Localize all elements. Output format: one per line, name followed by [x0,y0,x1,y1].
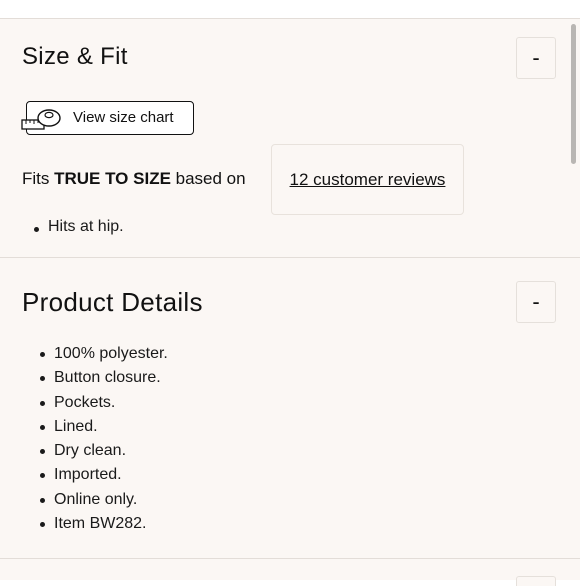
list-item: Button closure. [38,367,168,391]
fit-rating: TRUE TO SIZE [54,169,171,188]
view-size-chart-button[interactable]: View size chart [21,101,194,135]
scrollbar[interactable] [571,24,576,164]
measuring-tape-icon [21,109,61,130]
list-item: Lined. [38,416,168,440]
list-item: 100% polyester. [38,343,168,367]
size-fit-section: Size & Fit - View size chart Fits TRUE T… [0,19,580,258]
fit-notes-list: Hits at hip. [32,218,124,236]
product-details-list: 100% polyester. Button closure. Pockets.… [38,343,168,537]
list-item: Imported. [38,464,168,488]
next-section-partial [0,559,580,586]
list-item: Hits at hip. [32,218,124,236]
section-title: Size & Fit [22,43,128,70]
fit-summary: Fits TRUE TO SIZE based on [22,169,246,188]
list-item: Dry clean. [38,440,168,464]
top-bar [0,0,580,19]
reviews-link-container[interactable]: 12 customer reviews [271,144,464,215]
list-item: Online only. [38,489,168,513]
list-item: Item BW282. [38,513,168,537]
section-title: Product Details [22,287,203,317]
collapse-toggle-button[interactable] [516,576,556,586]
product-details-section: Product Details - 100% polyester. Button… [0,258,580,559]
collapse-toggle-button[interactable]: - [516,281,556,323]
size-chart-label: View size chart [73,109,174,126]
collapse-toggle-button[interactable]: - [516,37,556,79]
customer-reviews-link[interactable]: 12 customer reviews [290,170,446,190]
list-item: Pockets. [38,392,168,416]
